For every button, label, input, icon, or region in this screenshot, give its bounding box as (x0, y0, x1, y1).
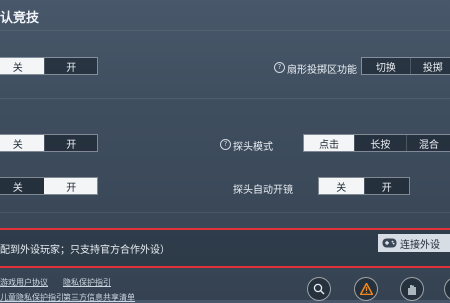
fan-throw-segment: 切换 投掷 (361, 57, 450, 75)
gamepad-icon (378, 238, 400, 248)
row1-off-option[interactable]: 关 (0, 58, 45, 74)
row3-on-option[interactable]: 开 (44, 178, 97, 194)
divider (0, 98, 450, 99)
section-title: 认竞技 (0, 11, 40, 26)
privacy-guide-link[interactable]: 隐私保护指引 (63, 277, 111, 288)
fan-throw-label: 扇形投掷区功能 (287, 65, 357, 76)
fan-option-throw[interactable]: 投掷 (409, 58, 450, 74)
divider (0, 212, 450, 213)
row2-toggle: 关 开 (0, 134, 98, 152)
row3-toggle: 关 开 (0, 177, 98, 195)
divider (0, 30, 450, 31)
alert-icon[interactable] (354, 277, 378, 301)
help-icon[interactable]: ? (220, 139, 231, 150)
help-icon[interactable]: ? (274, 62, 285, 73)
row1-on-option[interactable]: 开 (44, 58, 97, 74)
auto-scope-off-option[interactable]: 关 (319, 178, 364, 194)
auto-scope-label: 探头自动开镜 (233, 185, 293, 196)
row3-off-option[interactable]: 关 (0, 178, 45, 194)
row1-toggle: 关 开 (0, 57, 98, 75)
connect-peripheral-button[interactable]: 连接外设 (378, 234, 450, 252)
peripheral-text: 配到外设玩家；只支持官方合作外设） (0, 245, 170, 256)
auto-scope-toggle: 关 开 (318, 177, 410, 195)
fan-option-switch[interactable]: 切换 (362, 58, 410, 74)
row2-off-option[interactable]: 关 (0, 135, 45, 151)
peek-mode-label: 探头模式 (233, 142, 273, 153)
row2-on-option[interactable]: 开 (44, 135, 97, 151)
child-privacy-link[interactable]: 儿童隐私保护指引 (0, 292, 64, 303)
search-icon[interactable] (307, 277, 331, 301)
more-icon[interactable] (444, 277, 450, 301)
third-party-list-link[interactable]: 第三方信息共享清单 (63, 292, 135, 303)
peek-option-hold[interactable]: 长按 (353, 135, 406, 151)
peek-option-tap[interactable]: 点击 (304, 135, 354, 151)
connect-peripheral-label: 连接外设 (400, 239, 440, 251)
peek-mode-segment: 点击 长按 混合 (303, 134, 450, 152)
user-agreement-link[interactable]: 游戏用户协议 (0, 277, 48, 288)
hand-icon[interactable] (400, 277, 424, 301)
peek-option-mixed[interactable]: 混合 (405, 135, 450, 151)
auto-scope-on-option[interactable]: 开 (363, 178, 409, 194)
